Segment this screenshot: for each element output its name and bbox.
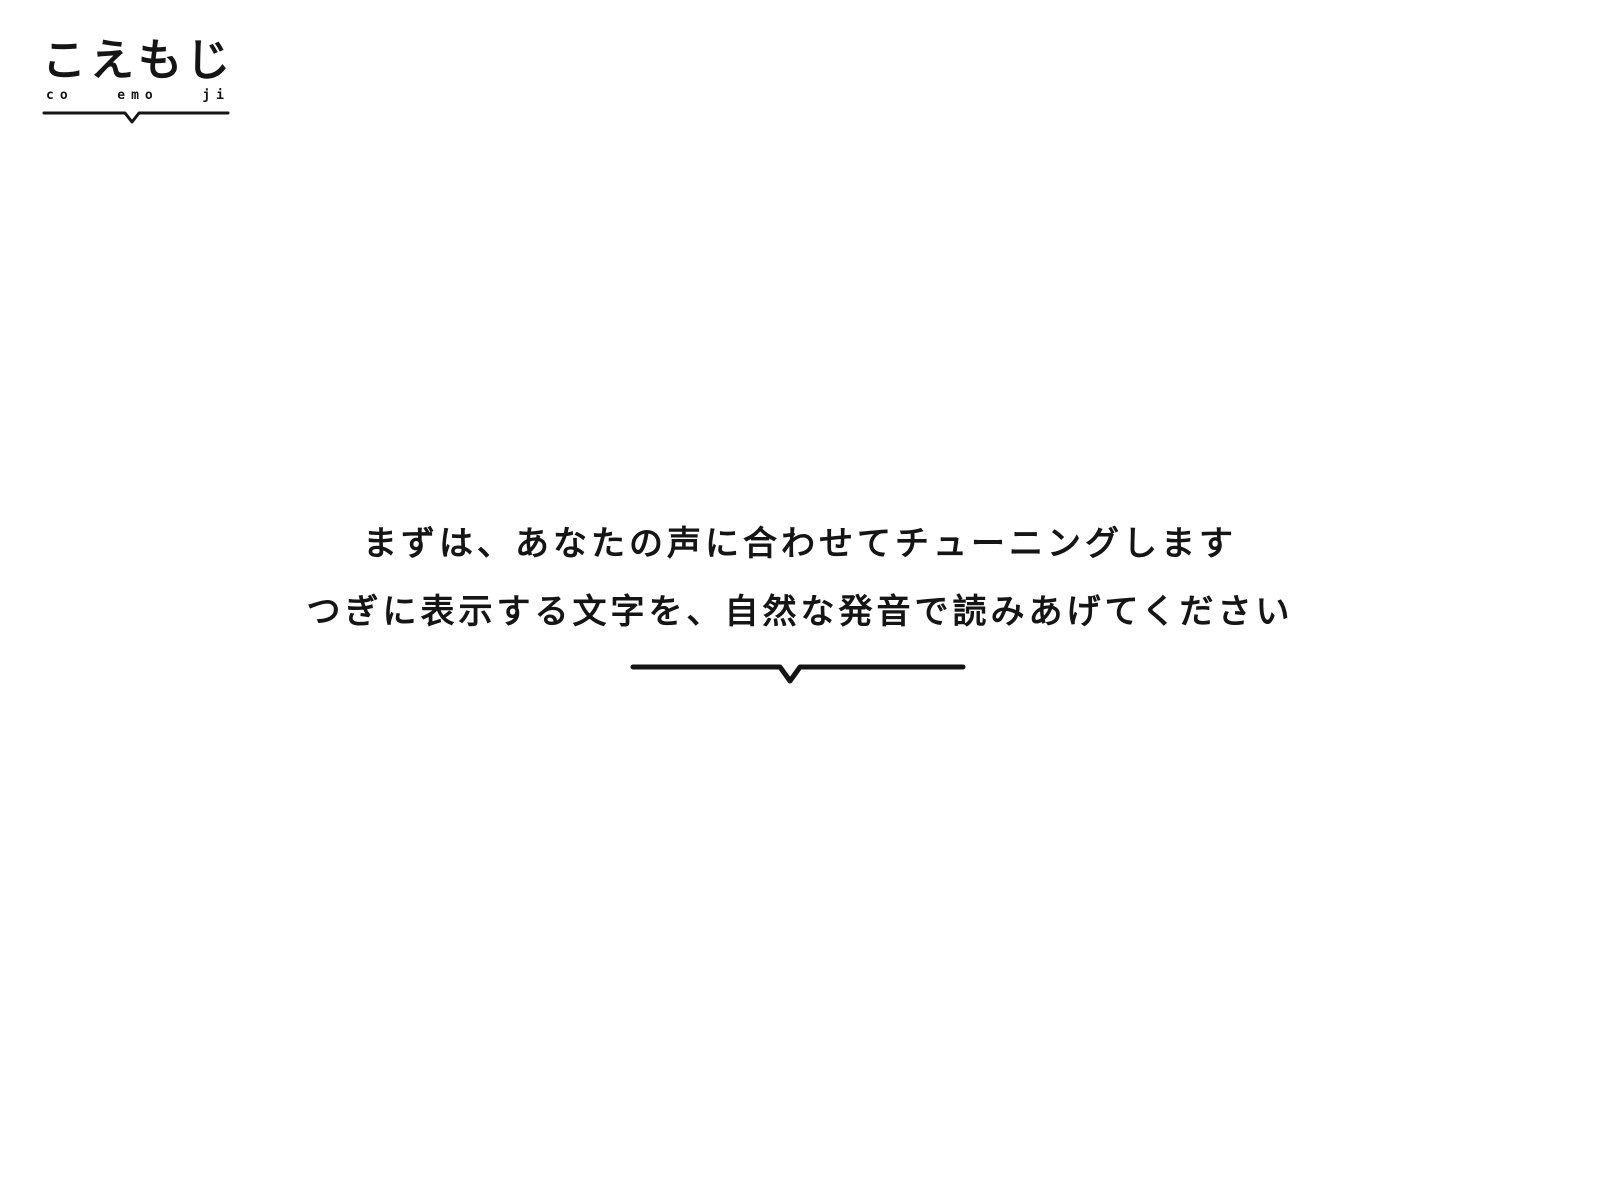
logo-char-mo: も xyxy=(138,35,184,86)
app-logo[interactable]: こ え も じ co emo ji xyxy=(42,32,232,132)
logo-char-e: え xyxy=(90,35,136,86)
logo-char-ko: こ xyxy=(42,35,88,86)
logo-wordmark: こ え も じ xyxy=(42,36,232,86)
instruction-line-1: まずは、あなたの声に合わせてチューニングします xyxy=(363,524,1237,564)
speech-bubble-underline xyxy=(630,664,966,684)
logo-romaji: co emo ji xyxy=(46,88,230,103)
instruction-line-2: つぎに表示する文字を、自然な発音で読みあげてください xyxy=(306,592,1294,632)
logo-char-ji: じ xyxy=(186,35,232,86)
logo-speech-underline xyxy=(42,111,230,124)
logo-romaji-co: co xyxy=(46,88,74,103)
logo-romaji-emo: emo xyxy=(117,88,159,103)
tuning-instructions: まずは、あなたの声に合わせてチューニングします つぎに表示する文字を、自然な発音… xyxy=(0,510,1600,646)
logo-romaji-ji: ji xyxy=(202,88,230,103)
